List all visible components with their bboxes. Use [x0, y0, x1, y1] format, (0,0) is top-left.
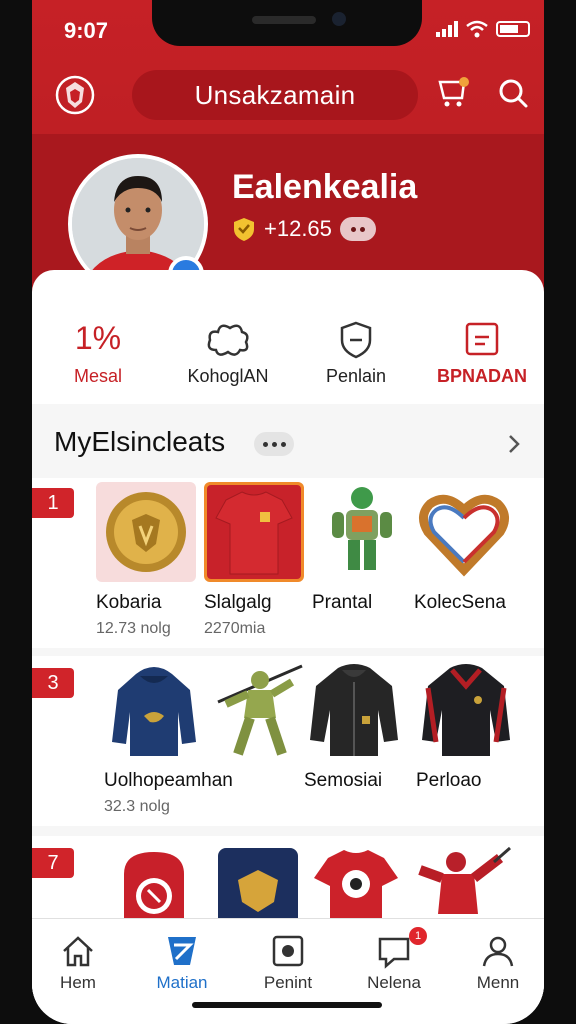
stat-penlain[interactable]: Penlain	[292, 270, 420, 404]
nav-penint[interactable]: Penint	[238, 929, 338, 999]
stat-mesal[interactable]: 1% Mesal	[34, 270, 162, 404]
list-item[interactable]	[104, 844, 204, 918]
black-red-jacket-icon	[422, 664, 510, 756]
chevron-right-icon[interactable]	[504, 430, 524, 458]
home-icon	[63, 936, 93, 967]
card-icon	[465, 322, 499, 356]
item-name: Slalgalg	[204, 592, 272, 613]
search-icon[interactable]	[496, 76, 530, 110]
battery-icon	[496, 21, 530, 37]
status-icons	[436, 20, 530, 38]
front-camera	[332, 12, 346, 26]
nav-label: Hem	[60, 973, 96, 992]
nav-label: Nelena	[367, 973, 421, 992]
item-sub: 32.3 nolg	[104, 798, 170, 815]
stat-label: Mesal	[73, 366, 122, 386]
flag-icon	[168, 937, 196, 965]
heart-frame-icon	[419, 494, 509, 577]
blue-crest-icon	[218, 848, 298, 918]
item-name: Prantal	[312, 592, 373, 613]
rank-badge: 3	[32, 668, 74, 698]
app-screen: 9:07 Unsakzamain Ealenkealia +12.65 1% M…	[32, 0, 544, 1024]
stat-collection[interactable]: KohoglAN	[164, 270, 292, 404]
rank-badge: 1	[32, 488, 74, 518]
shield-coin-icon	[234, 218, 254, 241]
camera-notch	[152, 0, 422, 46]
wifi-icon	[466, 20, 488, 38]
stat-label: KohoglAN	[187, 366, 269, 386]
bottom-nav: Hem Matian Penint Nelena 1 Menn	[32, 918, 544, 1024]
cart-icon[interactable]	[436, 76, 470, 110]
red-backpack-icon	[124, 852, 184, 918]
red-figure-icon	[418, 846, 511, 914]
club-logo-icon[interactable]	[54, 74, 96, 116]
item-name: Semosiai	[304, 770, 383, 791]
stats-card: 1% Mesal KohoglAN Penlain BPNADAN	[32, 270, 544, 405]
phone-frame: 9:07 Unsakzamain Ealenkealia +12.65 1% M…	[0, 0, 576, 1024]
stat-label: Penlain	[325, 366, 387, 386]
item-name: Perloao	[416, 770, 482, 791]
nav-menn[interactable]: Menn	[448, 929, 544, 999]
home-indicator[interactable]	[192, 1002, 382, 1008]
football-jersey-icon	[314, 850, 398, 918]
item-name: Uolhopeamhan	[104, 770, 233, 791]
robot-figure-icon	[332, 487, 392, 570]
item-sub: 2270mia	[204, 620, 266, 637]
black-jacket-icon	[310, 664, 398, 756]
profile-username: Ealenkealia	[232, 168, 418, 206]
warrior-figure-icon	[217, 664, 303, 756]
blue-hoodie-icon	[112, 667, 196, 756]
signal-icon	[436, 21, 458, 37]
nav-label: Matian	[156, 973, 208, 992]
user-icon	[482, 936, 514, 967]
status-time: 9:07	[64, 18, 109, 43]
item-sub: 12.73 nolg	[96, 620, 171, 637]
search-bar[interactable]: Unsakzamain	[132, 70, 418, 120]
coin-amount: +12.65	[264, 216, 332, 241]
section-title: MyElsincleats	[54, 426, 226, 457]
list-item[interactable]	[208, 844, 308, 918]
gold-emblem-icon	[96, 482, 196, 582]
chat-icon	[378, 937, 410, 969]
section-more-button[interactable]	[254, 432, 294, 456]
top-bar: Unsakzamain	[32, 68, 544, 122]
speaker	[252, 16, 316, 24]
shield-icon	[340, 321, 372, 359]
coin-more-button[interactable]	[339, 217, 376, 241]
splash-icon	[207, 324, 249, 356]
item-name: KolecSena	[414, 592, 506, 613]
my-collections-section: MyElsincleats 1 Kobaria 12.73 nolg Slalg…	[32, 404, 544, 1006]
stat-bpnadan[interactable]: BPNADAN	[418, 270, 544, 404]
nav-nelena[interactable]: Nelena	[344, 929, 444, 999]
item-name: Kobaria	[96, 592, 162, 613]
stat-value: 1%	[74, 320, 122, 356]
frame-icon	[272, 935, 304, 967]
nav-home[interactable]: Hem	[32, 929, 128, 999]
rank-badge: 7	[32, 848, 74, 878]
red-jersey-icon	[204, 482, 304, 582]
nav-label: Menn	[476, 973, 520, 992]
nav-matian[interactable]: Matian	[132, 929, 232, 999]
notification-badge: 1	[409, 927, 427, 945]
list-item[interactable]	[412, 844, 512, 918]
nav-label: Penint	[263, 973, 313, 992]
list-item[interactable]	[306, 844, 406, 918]
stat-label: BPNADAN	[437, 366, 527, 386]
coin-balance: +12.65	[232, 216, 376, 242]
